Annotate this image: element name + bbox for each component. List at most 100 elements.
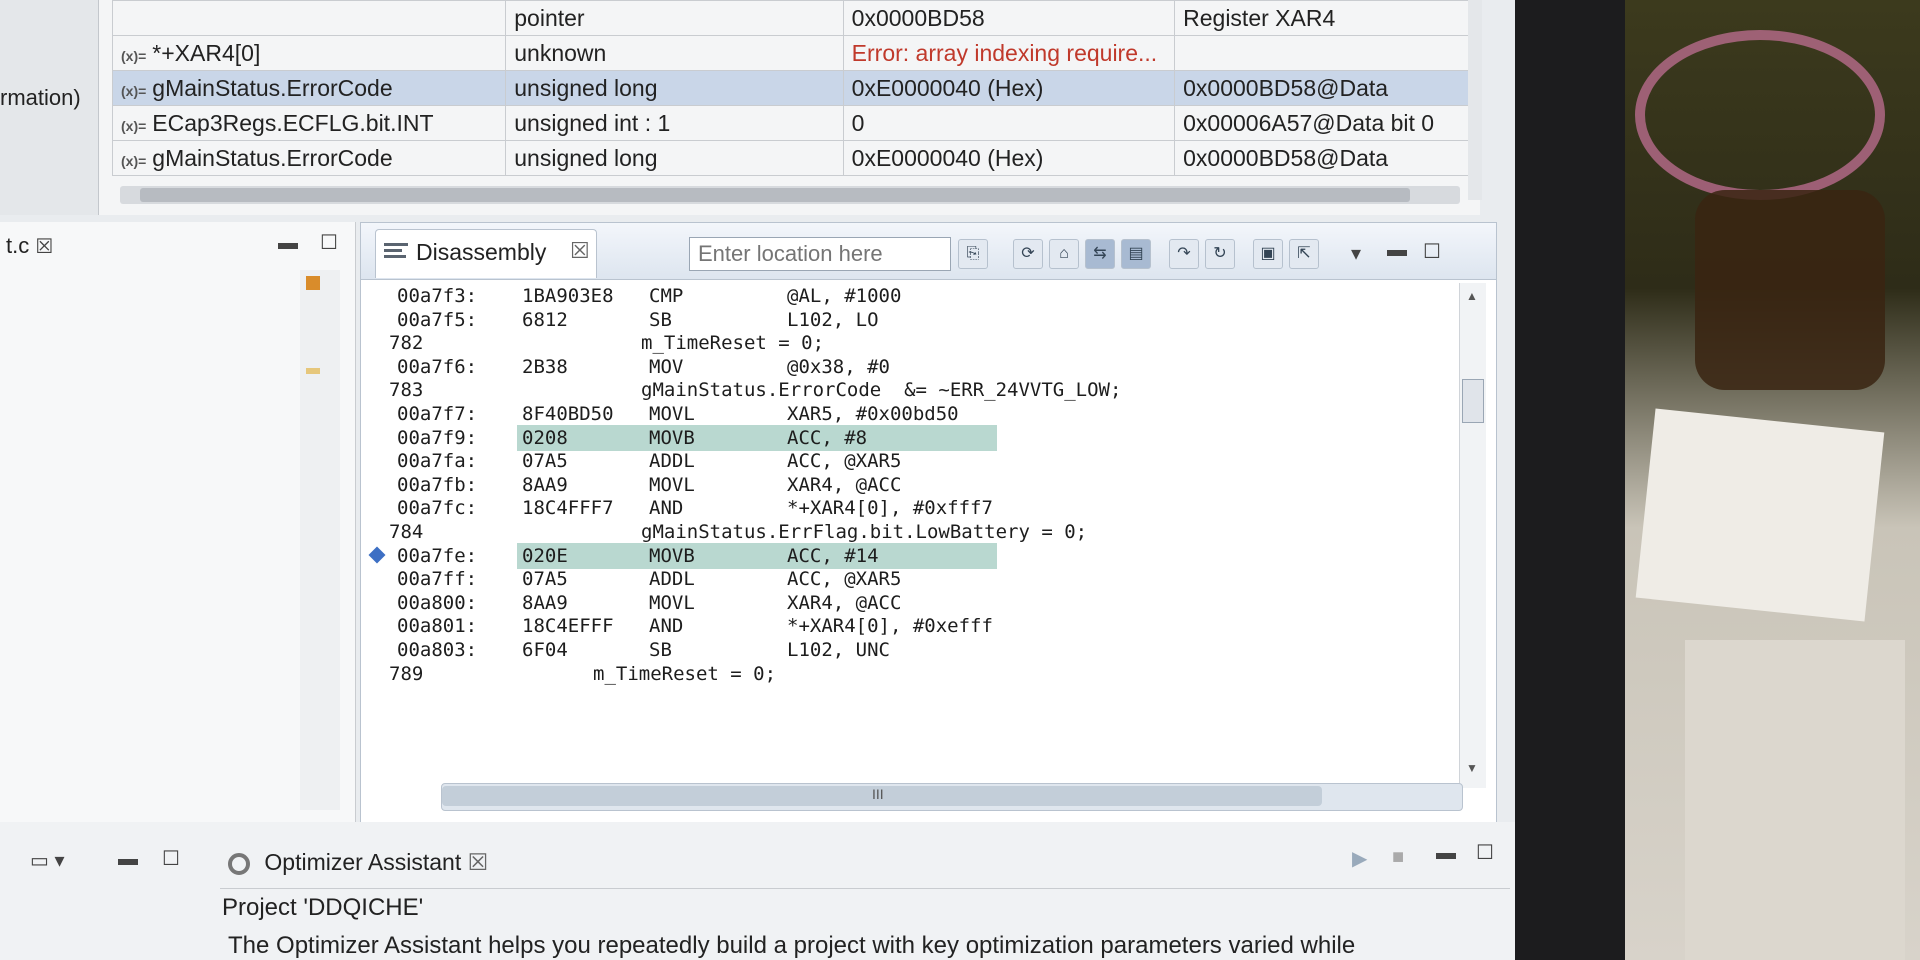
table-row[interactable]: pointer 0x0000BD58 Register XAR4 (111, 0, 1480, 36)
editor-tab[interactable]: t.c ☒ (0, 228, 59, 264)
location-cell[interactable]: Register XAR4 (1174, 0, 1480, 36)
table-row[interactable]: (x)= gMainStatus.ErrorCode unsigned long 0x… (111, 140, 1480, 176)
opcode: 0208 (522, 426, 568, 449)
new-view-icon[interactable]: ▣ (1253, 239, 1283, 269)
type-cell[interactable]: unsigned long (505, 70, 844, 106)
expression-cell[interactable]: (x)= ECap3Regs.ECFLG.bit.INT (111, 105, 507, 141)
value-cell[interactable]: Error: array indexing require... (842, 35, 1176, 71)
disassembly-vertical-scrollbar[interactable]: ▲ ▼ (1459, 283, 1486, 788)
location-cell[interactable] (1174, 35, 1480, 71)
table-row[interactable]: (x)= *+XAR4[0] unknown Error: array indexin… (111, 35, 1480, 71)
table-row[interactable]: (x)= gMainStatus.ErrorCode unsigned long 0x… (111, 70, 1480, 106)
minimize-icon[interactable]: ▬ (1387, 239, 1407, 262)
run-icon[interactable]: ▶ (1352, 846, 1367, 871)
type-cell[interactable]: unknown (505, 35, 844, 71)
step-over-icon[interactable]: ↻ (1205, 239, 1235, 269)
type-cell[interactable]: unsigned long (505, 140, 844, 176)
stop-icon[interactable]: ■ (1392, 846, 1404, 869)
value-cell-text: 0xE0000040 (Hex) (851, 74, 1044, 101)
disassembly-tab[interactable]: Disassembly ☒ (375, 229, 597, 278)
scrollbar-thumb[interactable] (140, 188, 1410, 202)
mnemonic: MOVL (649, 403, 695, 425)
go-to-location-icon[interactable]: ⎘ (958, 239, 988, 269)
location-cell-text: 0x0000BD58@Data (1183, 74, 1389, 101)
new-console-icon[interactable]: ▭ ▾ (30, 848, 65, 873)
show-source-icon[interactable]: ▤ (1121, 239, 1151, 269)
source-editor-pane: t.c ☒ ▬ ☐ (0, 222, 356, 822)
type-cell[interactable]: unsigned int : 1 (505, 105, 844, 141)
close-icon[interactable]: ☒ (35, 236, 53, 258)
close-icon[interactable]: ☒ (570, 238, 590, 264)
scrollbar-thumb[interactable]: III (442, 786, 1322, 806)
operands: XAR5, #0x00bd50 (787, 403, 959, 425)
value-cell-text: 0xE0000040 (Hex) (851, 144, 1044, 171)
maximize-icon[interactable]: ☐ (162, 846, 180, 871)
step-into-icon[interactable]: ↷ (1169, 239, 1199, 269)
view-menu-icon[interactable]: ▾ (1351, 241, 1361, 266)
value-cell[interactable]: 0 (842, 105, 1176, 141)
variables-vertical-scrollbar[interactable] (1468, 0, 1482, 200)
variable-icon: (x)= (121, 82, 147, 99)
close-icon[interactable]: ☒ (468, 849, 489, 875)
type-cell-text: unsigned int : 1 (514, 109, 671, 136)
mnemonic: SB (649, 308, 672, 331)
mnemonic: MOVL (649, 591, 695, 614)
home-icon[interactable]: ⌂ (1049, 239, 1079, 269)
cable (1635, 30, 1885, 200)
optimizer-assistant-tab[interactable]: Optimizer Assistant ☒ (228, 842, 488, 882)
disassembly-view: Disassembly ☒ ⎘ ⟳ ⌂ ⇆ ▤ ↷ ↻ ▣ ⇱ ▾ ▬ ☐ 00… (360, 222, 1497, 824)
opcode: 8AA9 (522, 591, 568, 614)
value-cell[interactable]: 0xE0000040 (Hex) (842, 140, 1176, 176)
address: 00a7f3: (397, 285, 478, 307)
address: 00a7fa: (397, 450, 478, 473)
scroll-up-icon[interactable]: ▲ (1466, 289, 1478, 303)
location-cell[interactable]: 0x0000BD58@Data (1174, 70, 1480, 106)
maximize-icon[interactable]: ☐ (320, 230, 338, 255)
variables-horizontal-scrollbar[interactable] (120, 186, 1460, 204)
refresh-icon[interactable]: ⟳ (1013, 239, 1043, 269)
jar (1695, 190, 1885, 390)
operands: *+XAR4[0], #0xefff (787, 615, 993, 638)
link-with-debug-icon[interactable]: ⇆ (1085, 239, 1115, 269)
monitor-bezel (1515, 0, 1625, 960)
type-cell[interactable]: pointer (505, 0, 844, 36)
source-line[interactable]: 789 m_TimeReset = 0; (361, 661, 1461, 689)
scrollbar-thumb[interactable] (1462, 379, 1484, 423)
opcode: 6812 (522, 308, 568, 331)
address: 00a7fc: (397, 497, 478, 520)
maximize-icon[interactable]: ☐ (1476, 840, 1494, 865)
value-cell[interactable]: 0x0000BD58 (842, 0, 1176, 36)
opcode: 1BA903E8 (522, 285, 614, 307)
maximize-icon[interactable]: ☐ (1423, 239, 1441, 264)
expression-cell[interactable] (111, 0, 507, 36)
table-row[interactable]: (x)= ECap3Regs.ECFLG.bit.INT unsigned int … (111, 105, 1480, 141)
minimize-icon[interactable]: ▬ (1436, 842, 1456, 865)
minimize-icon[interactable]: ▬ (278, 232, 298, 255)
bookmark-marker (306, 276, 320, 290)
minimize-icon[interactable]: ▬ (118, 848, 138, 871)
expression-cell[interactable]: (x)= *+XAR4[0] (111, 35, 507, 71)
scroll-down-icon[interactable]: ▼ (1466, 761, 1478, 775)
operands: XAR4, @ACC (787, 473, 902, 496)
opcode: 07A5 (522, 450, 568, 473)
mnemonic: ADDL (649, 450, 695, 473)
value-cell[interactable]: 0xE0000040 (Hex) (842, 70, 1176, 106)
location-cell[interactable]: 0x00006A57@Data bit 0 (1174, 105, 1480, 141)
address: 00a7f5: (397, 308, 478, 331)
mnemonic: SB (649, 639, 672, 661)
mnemonic: MOV (649, 355, 684, 378)
opcode: 18C4EFFF (522, 615, 614, 638)
expression-cell[interactable]: (x)= gMainStatus.ErrorCode (111, 140, 507, 176)
gear-icon (228, 852, 250, 875)
mnemonic: MOVB (649, 426, 695, 449)
expression-cell[interactable]: (x)= gMainStatus.ErrorCode (111, 70, 507, 106)
mnemonic: ADDL (649, 568, 695, 591)
disassembly-horizontal-scrollbar[interactable]: III (441, 783, 1463, 811)
value-cell-text: Error: array indexing require... (851, 39, 1158, 66)
location-cell-text: 0x00006A57@Data bit 0 (1183, 109, 1435, 136)
location-cell[interactable]: 0x0000BD58@Data (1174, 140, 1480, 176)
opcode: 6F04 (522, 639, 568, 661)
expression-cell-text: gMainStatus.ErrorCode (152, 144, 393, 171)
location-input[interactable] (689, 237, 951, 271)
pin-icon[interactable]: ⇱ (1289, 239, 1319, 269)
